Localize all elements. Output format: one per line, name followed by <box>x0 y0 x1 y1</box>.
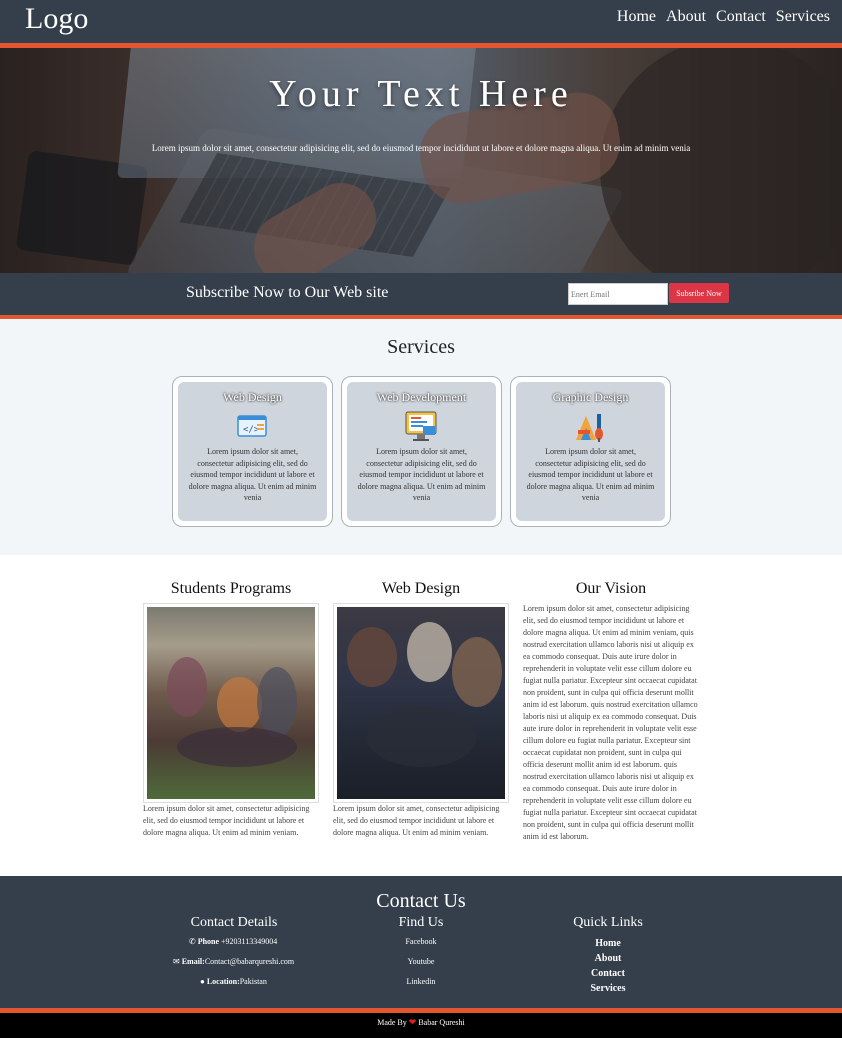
photo-figure <box>177 727 297 767</box>
web-design-text: Lorem ipsum dolor sit amet, consectetur … <box>333 804 500 837</box>
quick-link-services[interactable]: Services <box>548 983 668 994</box>
phone-value: +9203113349004 <box>221 937 278 946</box>
email-value[interactable]: Contact@babarqureshi.com <box>205 957 294 966</box>
subscribe-text: Subscribe Now to Our Web site <box>186 284 389 301</box>
credit-text: Made By ❤ Babar Qureshi <box>0 1017 842 1028</box>
subscribe-button[interactable]: Subsribe Now <box>669 283 729 303</box>
location-value: Pakistan <box>239 977 267 986</box>
top-navbar: Logo Home About Contact Services <box>0 0 842 43</box>
service-card-body: Graphic Design Lorem ipsum dolor sit ame… <box>516 382 665 521</box>
service-card-web-development[interactable]: Web Development Lorem ipsum dolor sit am… <box>341 376 502 527</box>
photo-figure <box>217 677 262 732</box>
service-card-body: Web Development Lorem ipsum dolor sit am… <box>347 382 496 521</box>
web-design-photo-image <box>337 607 505 799</box>
quick-links-title: Quick Links <box>573 915 643 930</box>
service-card-text: Lorem ipsum dolor sit amet, consectetur … <box>357 447 486 503</box>
credit-prefix: Made By <box>377 1018 407 1027</box>
phone-line: ✆ Phone +9203113349004 <box>189 937 277 946</box>
service-card-body: Web Design </> Lorem ipsum dolor sit ame… <box>178 382 327 521</box>
hero-banner: Your Text Here Lorem ipsum dolor sit ame… <box>0 48 842 273</box>
photo-figure <box>367 707 477 767</box>
monitor-code-icon <box>403 410 439 444</box>
nav-about[interactable]: About <box>666 8 706 26</box>
photo-figure <box>257 667 297 737</box>
photo-figure <box>347 627 397 687</box>
service-card-web-design[interactable]: Web Design </> Lorem ipsum dolor sit ame… <box>172 376 333 527</box>
hero-title: Your Text Here <box>269 73 573 115</box>
subscribe-bar: Subscribe Now to Our Web site Subsribe N… <box>0 273 842 315</box>
nav-services[interactable]: Services <box>776 8 830 26</box>
design-tools-icon <box>572 410 608 444</box>
credit-name: Babar Qureshi <box>418 1018 465 1027</box>
email-label: Email: <box>181 957 205 966</box>
students-photo <box>143 603 319 803</box>
quick-link-contact[interactable]: Contact <box>548 968 668 979</box>
service-card-text: Lorem ipsum dolor sit amet, consectetur … <box>526 447 655 503</box>
hero-subtitle: Lorem ipsum dolor sit amet, consectetur … <box>151 143 691 153</box>
location-pin-icon: ● <box>200 977 205 986</box>
photo-figure <box>407 622 452 682</box>
heart-icon: ❤ <box>408 1017 417 1027</box>
quick-link-about[interactable]: About <box>548 953 668 964</box>
service-card-title: Web Development <box>376 390 467 404</box>
our-vision-title: Our Vision <box>575 580 647 597</box>
phone-label: Phone <box>197 937 220 946</box>
photo-figure <box>452 637 502 707</box>
service-card-graphic-design[interactable]: Graphic Design Lorem ipsum dolor sit ame… <box>510 376 671 527</box>
credit-bar: Made By ❤ Babar Qureshi <box>0 1013 842 1038</box>
nav-links: Home About Contact Services <box>617 8 830 26</box>
logo[interactable]: Logo <box>25 2 88 36</box>
students-programs-text: Lorem ipsum dolor sit amet, consectetur … <box>143 804 310 837</box>
web-design-photo <box>333 603 509 803</box>
students-programs-title: Students Programs <box>170 580 292 597</box>
our-vision-text: Lorem ipsum dolor sit amet, consectetur … <box>523 604 698 841</box>
code-window-icon: </> <box>234 410 270 444</box>
service-card-title: Web Design <box>223 390 282 404</box>
quick-link-home[interactable]: Home <box>548 938 668 949</box>
service-card-title: Graphic Design <box>552 390 629 404</box>
contact-details-title: Contact Details <box>190 915 278 930</box>
phone-icon: ✆ <box>189 937 196 946</box>
footer: Contact Us Contact Details ✆ Phone +9203… <box>0 876 842 1008</box>
location-label: Location: <box>206 977 240 986</box>
services-title: Services <box>387 336 455 358</box>
email-input[interactable] <box>568 283 668 305</box>
youtube-link[interactable]: Youtube <box>361 957 481 966</box>
email-line: ✉ Email:Contact@babarqureshi.com <box>173 957 294 966</box>
services-section: Services Web Design </> Lorem ipsum dolo… <box>0 319 842 555</box>
find-us-title: Find Us <box>398 915 444 930</box>
web-design-title: Web Design <box>381 580 461 597</box>
photo-figure <box>167 657 207 717</box>
service-card-text: Lorem ipsum dolor sit amet, consectetur … <box>188 447 317 503</box>
envelope-icon: ✉ <box>173 957 180 966</box>
nav-home[interactable]: Home <box>617 8 656 26</box>
facebook-link[interactable]: Facebook <box>361 937 481 946</box>
location-line: ● Location:Pakistan <box>200 977 267 986</box>
students-photo-image <box>147 607 315 799</box>
footer-title: Contact Us <box>376 890 466 912</box>
nav-contact[interactable]: Contact <box>716 8 766 26</box>
linkedin-link[interactable]: Linkedin <box>361 977 481 986</box>
